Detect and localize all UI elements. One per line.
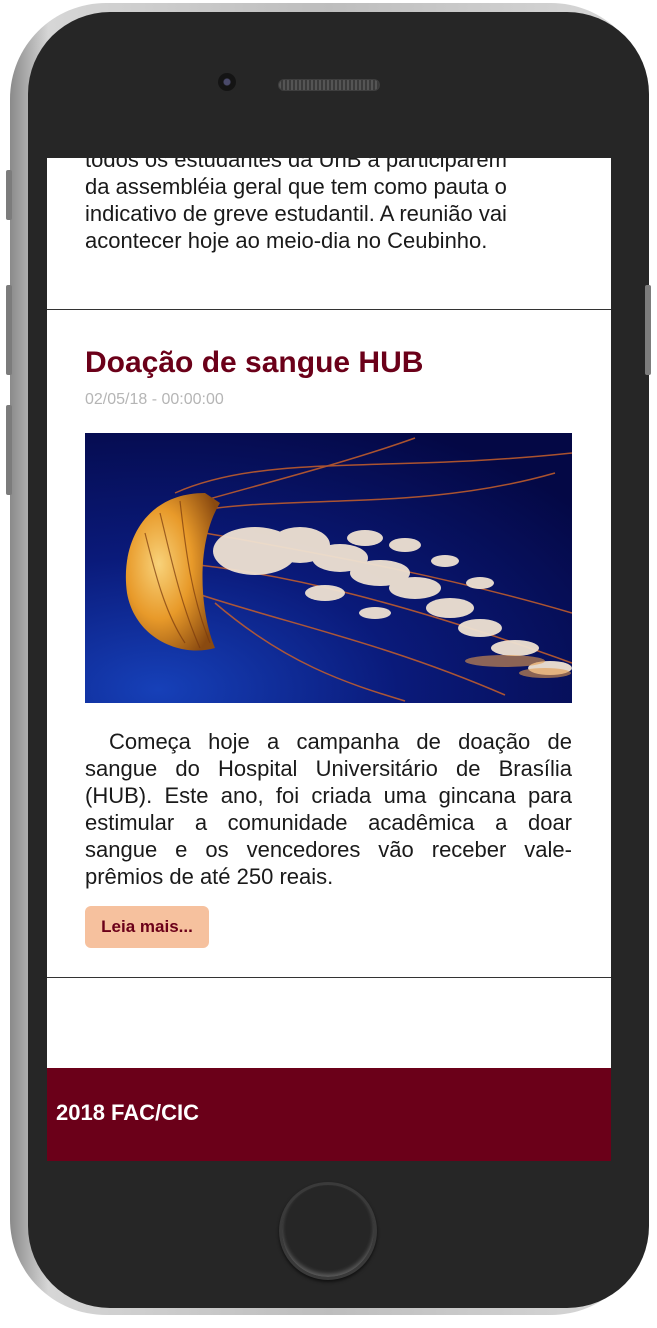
previous-post-line: acontecer hoje ao meio-dia no Ceubinho. xyxy=(85,228,488,253)
previous-post-line: indicativo de greve estudantil. A reuniã… xyxy=(85,201,507,226)
volume-up-button xyxy=(6,285,12,375)
footer: 2018 FAC/CIC xyxy=(47,1068,611,1161)
previous-post-line: todos os estudantes da UnB a participare… xyxy=(85,158,507,172)
previous-post-line: da assembléia geral que tem como pauta o xyxy=(85,174,507,199)
home-button[interactable] xyxy=(279,1182,377,1280)
read-more-button[interactable]: Leia mais... xyxy=(85,906,209,948)
post-divider xyxy=(47,977,611,978)
footer-text: 2018 FAC/CIC xyxy=(56,1100,200,1125)
mute-switch xyxy=(6,170,12,220)
post-text: Começa hoje a campanha de doação de sang… xyxy=(85,729,572,889)
previous-post-text: todos os estudantes da UnB a participare… xyxy=(85,158,572,254)
post-date: 02/05/18 - 00:00:00 xyxy=(85,391,224,408)
power-button xyxy=(645,285,651,375)
front-camera-icon xyxy=(218,73,236,91)
screen[interactable]: todos os estudantes da UnB a participare… xyxy=(47,158,611,1161)
jellyfish-image xyxy=(85,433,572,703)
post-image[interactable] xyxy=(85,433,572,703)
post-divider xyxy=(47,309,611,310)
volume-down-button xyxy=(6,405,12,495)
speaker-grille xyxy=(278,79,380,91)
post-title[interactable]: Doação de sangue HUB xyxy=(85,346,423,380)
